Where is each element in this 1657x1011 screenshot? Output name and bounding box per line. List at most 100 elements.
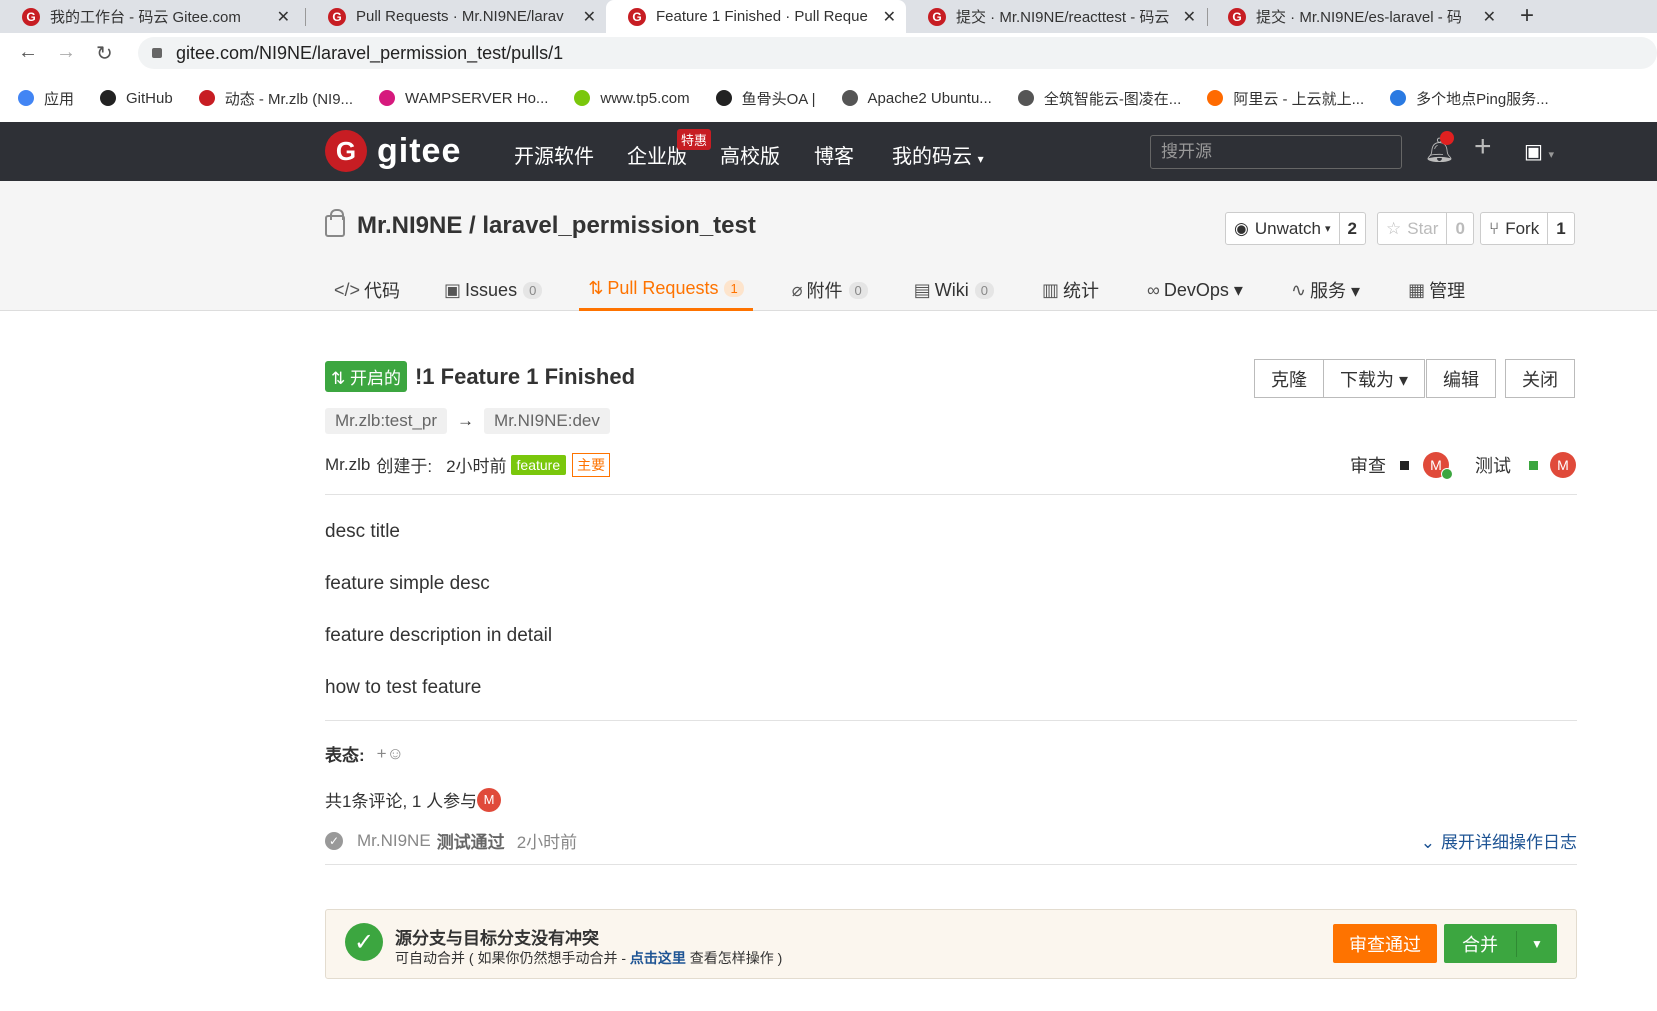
- book-icon: ▤: [913, 279, 931, 300]
- bookmark-item[interactable]: WAMPSERVER Ho...: [379, 90, 548, 107]
- tab-services[interactable]: ∿ 服务 ▾: [1282, 269, 1369, 311]
- url-text: gitee.com/NI9NE/laravel_permission_test/…: [176, 42, 564, 63]
- gitee-logo[interactable]: G gitee: [325, 130, 461, 172]
- infinity-icon: ∞: [1147, 279, 1160, 300]
- download-button[interactable]: 下载为 ▾: [1324, 359, 1426, 398]
- log-action: 测试通过: [436, 833, 505, 852]
- back-icon[interactable]: ←: [18, 41, 38, 64]
- browser-tab[interactable]: G 提交 · Mr.NI9NE/reacttest - 码云 ✕: [906, 0, 1206, 33]
- manual-merge-link[interactable]: 点击这里: [630, 950, 686, 966]
- bookmark-item[interactable]: 动态 - Mr.zlb (NI9...: [198, 88, 353, 109]
- reviewers: 审查 M: [1350, 452, 1453, 480]
- browser-tab[interactable]: G 提交 · Mr.NI9NE/es-laravel - 码 ✕: [1206, 0, 1506, 33]
- close-tab-icon[interactable]: ✕: [277, 7, 290, 27]
- tab-code[interactable]: </> 代码: [325, 269, 409, 311]
- fork-label: Fork: [1505, 218, 1540, 238]
- merge-options-chevron-icon[interactable]: ▼: [1517, 937, 1557, 951]
- fork-button[interactable]: ⑂ Fork 1: [1480, 212, 1575, 245]
- tab-label: Issues: [465, 279, 518, 300]
- double-chevron-down-icon: ⌄: [1420, 833, 1435, 852]
- tab-attachments[interactable]: ⌀ 附件 0: [783, 269, 877, 311]
- chevron-down-icon: ▾: [977, 152, 984, 166]
- bookmark-item[interactable]: 阿里云 - 上云就上...: [1207, 88, 1364, 109]
- url-input[interactable]: gitee.com/NI9NE/laravel_permission_test/…: [138, 37, 1657, 69]
- bookmark-icon: [1207, 90, 1224, 106]
- close-pr-button[interactable]: 关闭: [1505, 359, 1575, 398]
- watch-button[interactable]: ◉ Unwatch ▾ 2: [1225, 212, 1366, 245]
- browser-tab-active[interactable]: G Feature 1 Finished · Pull Reque ✕: [606, 0, 906, 33]
- close-tab-icon[interactable]: ✕: [1483, 7, 1496, 27]
- created-time: 2小时前: [446, 457, 507, 476]
- gitee-favicon-icon: G: [928, 7, 946, 26]
- bookmark-item[interactable]: 全筑智能云-图凌在...: [1017, 88, 1182, 109]
- author-link[interactable]: Mr.zlb: [325, 455, 370, 475]
- approve-review-button[interactable]: 审查通过: [1333, 924, 1437, 963]
- add-reaction-icon[interactable]: +☺: [377, 744, 404, 764]
- pr-header: ⇅ 开启的 !1 Feature 1 Finished: [325, 361, 635, 392]
- nav-my-gitee[interactable]: 我的码云 ▾: [892, 140, 984, 169]
- bookmark-label: 应用: [44, 90, 75, 108]
- tab-count-badge: 1: [724, 280, 744, 297]
- pulse-icon: ∿: [1290, 279, 1307, 300]
- nav-my-gitee-label: 我的码云: [892, 146, 972, 168]
- tab-issues[interactable]: ▣ Issues 0: [435, 269, 551, 311]
- log-user[interactable]: Mr.NI9NE: [357, 831, 431, 851]
- tab-stats[interactable]: ▥ 统计: [1033, 269, 1108, 311]
- user-menu-icon[interactable]: ▣ ▾: [1524, 139, 1554, 164]
- search-input[interactable]: 搜开源: [1150, 135, 1402, 169]
- bookmark-item[interactable]: 多个地点Ping服务...: [1390, 88, 1549, 109]
- close-tab-icon[interactable]: ✕: [583, 7, 596, 27]
- tab-manage[interactable]: ▦ 管理: [1399, 269, 1474, 311]
- nav-blog[interactable]: 博客: [814, 140, 854, 169]
- star-button[interactable]: ☆ Star 0: [1377, 212, 1474, 245]
- avatar[interactable]: M: [1550, 452, 1576, 478]
- edit-button[interactable]: 编辑: [1426, 359, 1496, 398]
- browser-tab[interactable]: G Pull Requests · Mr.NI9NE/larav ✕: [306, 0, 606, 33]
- bookmark-item[interactable]: www.tp5.com: [574, 90, 690, 107]
- bookmark-label: 全筑智能云-图凌在...: [1043, 90, 1182, 108]
- pr-meta: Mr.zlb 创建于: 2小时前 feature 主要: [325, 452, 611, 477]
- bookmark-item[interactable]: 鱼骨头OA |: [715, 88, 816, 109]
- promo-badge: 特惠: [677, 129, 712, 150]
- avatar[interactable]: M: [1423, 452, 1453, 480]
- tab-wiki[interactable]: ▤ Wiki 0: [905, 269, 1003, 311]
- expand-log-label: 展开详细操作日志: [1441, 833, 1577, 852]
- repo-title-text[interactable]: Mr.NI9NE / laravel_permission_test: [357, 212, 756, 240]
- tab-devops[interactable]: ∞ DevOps ▾: [1138, 269, 1252, 311]
- reload-icon[interactable]: ↻: [96, 41, 113, 66]
- bookmark-label: 多个地点Ping服务...: [1416, 90, 1549, 108]
- new-tab-icon[interactable]: +: [1520, 2, 1534, 30]
- merge-hint-text-end: 查看怎样操作 ): [685, 950, 783, 966]
- browser-tab[interactable]: G 我的工作台 - 码云 Gitee.com ✕: [0, 0, 300, 33]
- avatar-letter: M: [1430, 457, 1442, 473]
- pr-title: !1 Feature 1 Finished: [414, 363, 636, 389]
- repo-header: Mr.NI9NE / laravel_permission_test ◉ Unwa…: [0, 181, 1657, 311]
- label-feature[interactable]: feature: [510, 454, 567, 475]
- bookmark-item[interactable]: Apache2 Ubuntu...: [841, 90, 992, 107]
- clone-button[interactable]: 克隆: [1254, 359, 1324, 398]
- gitee-favicon-icon: G: [628, 7, 646, 26]
- nav-education[interactable]: 高校版: [720, 140, 780, 169]
- pr-icon: ⇅: [331, 369, 350, 388]
- close-tab-icon[interactable]: ✕: [883, 7, 896, 27]
- bookmark-item[interactable]: GitHub: [100, 90, 173, 107]
- expand-log-link[interactable]: ⌄ 展开详细操作日志: [1421, 828, 1577, 853]
- tab-pull-requests[interactable]: ⇅ Pull Requests 1: [579, 269, 753, 311]
- check-circle-icon: ✓: [345, 923, 383, 961]
- plus-icon[interactable]: +: [1474, 130, 1492, 164]
- target-branch[interactable]: Mr.NI9NE:dev: [484, 408, 610, 434]
- test-label: 测试: [1475, 456, 1511, 476]
- source-branch[interactable]: Mr.zlb:test_pr: [325, 408, 448, 434]
- bookmark-item[interactable]: 应用: [18, 88, 74, 109]
- notification-dot: [1440, 131, 1454, 145]
- star-count[interactable]: 0: [1446, 213, 1472, 244]
- merge-button[interactable]: 合并: [1444, 930, 1517, 957]
- watch-count[interactable]: 2: [1338, 213, 1365, 244]
- fork-count[interactable]: 1: [1547, 213, 1573, 244]
- forward-icon[interactable]: →: [56, 41, 76, 64]
- description-line: feature simple desc: [325, 573, 490, 594]
- merge-status-box: ✓ 源分支与目标分支没有冲突 可自动合并 ( 如果你仍然想手动合并 - 点击这里…: [325, 909, 1577, 979]
- nav-open-source[interactable]: 开源软件: [514, 140, 594, 169]
- avatar[interactable]: M: [477, 787, 502, 812]
- close-tab-icon[interactable]: ✕: [1183, 7, 1196, 27]
